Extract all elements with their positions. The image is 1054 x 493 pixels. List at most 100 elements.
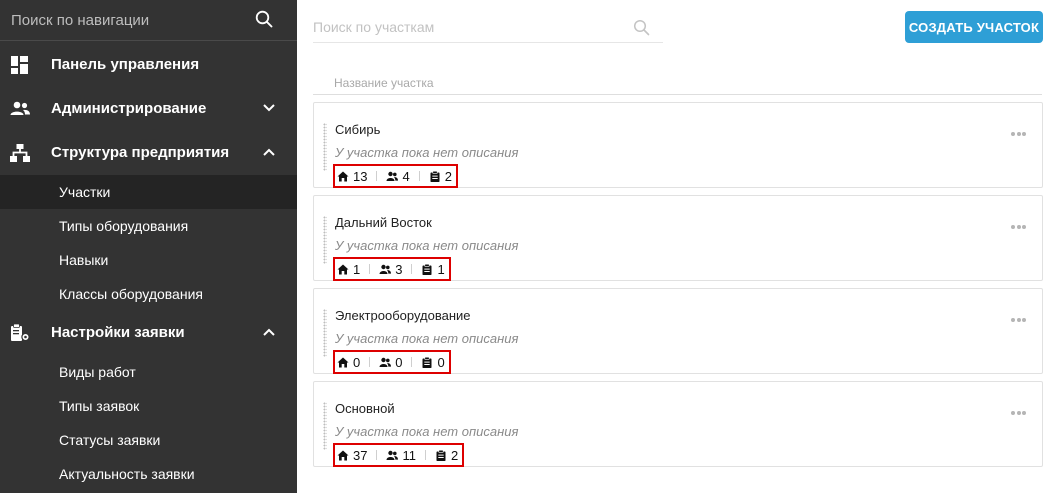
sidebar-item-request-relevance[interactable]: Актуальность заявки [0,457,297,491]
plot-description: У участка пока нет описания [335,145,519,160]
search-icon[interactable] [633,19,650,36]
users-count: 0 [395,354,403,370]
users-count: 4 [402,168,410,184]
homes-count: 13 [353,168,368,184]
tasks-count: 2 [450,447,459,463]
divider [411,264,413,274]
plot-stats: 13 4 2 [333,164,458,188]
sidebar-item-skills[interactable]: Навыки [0,243,297,277]
more-options-icon[interactable] [1011,123,1031,136]
more-options-icon[interactable] [1011,216,1031,229]
users-stat: 3 [379,259,402,279]
tasks-count: 0 [437,354,445,370]
nav-dashboard[interactable]: Панель управления [0,43,297,87]
sidebar-item-label: Актуальность заявки [59,466,195,482]
users-icon [386,450,399,460]
plot-title: Дальний Восток [335,215,432,230]
tasks-count: 2 [444,168,452,184]
clipboard-icon [422,263,432,275]
sidebar-item-plots[interactable]: Участки [0,175,297,209]
homes-count: 1 [353,261,361,277]
home-icon [337,264,349,274]
more-options-icon[interactable] [1011,309,1031,322]
nav-administration[interactable]: Администрирование [0,87,297,131]
sidebar-item-work-types[interactable]: Виды работ [0,355,297,389]
plot-title: Сибирь [335,122,381,137]
nav-administration-label: Администрирование [51,100,207,117]
homes-stat: 37 [337,445,367,465]
plot-title: Электрооборудование [335,308,471,323]
clipboard-icon [422,356,432,368]
home-icon [337,450,349,460]
sidebar-item-equipment-types[interactable]: Типы оборудования [0,209,297,243]
divider [376,450,378,460]
nav-request-settings[interactable]: Настройки заявки [0,311,297,355]
nav-search [0,0,297,41]
plot-card[interactable]: Сибирь У участка пока нет описания 13 4 … [313,102,1043,188]
users-count: 3 [395,261,403,277]
tasks-stat: 1 [421,259,445,279]
plot-title: Основной [335,401,395,416]
users-stat: 4 [386,166,410,186]
clipboard-gear-icon [11,323,30,342]
users-icon [379,357,392,367]
users-icon [386,171,399,181]
drag-handle-icon[interactable] [323,216,327,264]
plot-card[interactable]: Основной У участка пока нет описания 37 … [313,381,1043,467]
drag-handle-icon[interactable] [323,402,327,450]
divider [418,171,420,181]
dashboard-icon [11,56,28,74]
homes-count: 0 [353,354,361,370]
divider [376,171,378,181]
nav-dashboard-label: Панель управления [51,56,200,73]
users-count: 11 [402,447,416,463]
sidebar-item-request-types[interactable]: Типы заявок [0,389,297,423]
plot-stats: 0 0 0 [333,350,451,374]
sitemap-icon [10,144,30,162]
drag-handle-icon[interactable] [323,309,327,357]
plots-search-input[interactable] [313,12,623,42]
chevron-down-icon[interactable] [262,103,276,113]
sidebar-item-request-statuses[interactable]: Статусы заявки [0,423,297,457]
more-options-icon[interactable] [1011,402,1031,415]
sidebar-item-equipment-classes[interactable]: Классы оборудования [0,277,297,311]
sidebar-item-label: Участки [59,184,111,200]
divider [411,357,413,367]
column-header-label[interactable]: Название участка [334,76,434,90]
plots-search [313,12,663,43]
homes-stat: 0 [337,352,360,372]
drag-handle-icon[interactable] [323,123,327,171]
divider [424,450,426,460]
sidebar-item-label: Виды работ [59,364,136,380]
users-icon [10,101,30,115]
plot-card[interactable]: Электрооборудование У участка пока нет о… [313,288,1043,374]
sidebar-item-label: Классы оборудования [59,286,203,302]
clipboard-icon [436,449,446,461]
clipboard-icon [430,170,440,182]
plot-card[interactable]: Дальний Восток У участка пока нет описан… [313,195,1043,281]
divider [369,357,371,367]
tasks-stat: 2 [429,166,452,186]
sidebar-item-label: Статусы заявки [59,432,161,448]
divider [369,264,371,274]
chevron-up-icon[interactable] [262,327,276,337]
nav-search-input[interactable] [0,0,297,40]
plot-stats: 37 11 2 [333,443,465,467]
users-stat: 11 [386,445,416,465]
plot-stats: 1 3 1 [333,257,451,281]
sidebar: Панель управления Администрирование Стру… [0,0,297,493]
nav-request-settings-label: Настройки заявки [51,324,185,341]
plot-description: У участка пока нет описания [335,238,519,253]
create-plot-button[interactable]: СОЗДАТЬ УЧАСТОК [905,11,1043,43]
homes-stat: 1 [337,259,360,279]
column-header: Название участка [313,73,1042,95]
search-icon[interactable] [255,10,273,28]
users-stat: 0 [379,352,402,372]
tasks-count: 1 [437,261,445,277]
tasks-stat: 2 [435,445,458,465]
sidebar-item-label: Типы заявок [59,398,140,414]
plot-description: У участка пока нет описания [335,331,519,346]
chevron-up-icon[interactable] [262,147,276,157]
nav-enterprise-structure[interactable]: Структура предприятия [0,131,297,175]
sidebar-item-label: Навыки [59,252,109,268]
